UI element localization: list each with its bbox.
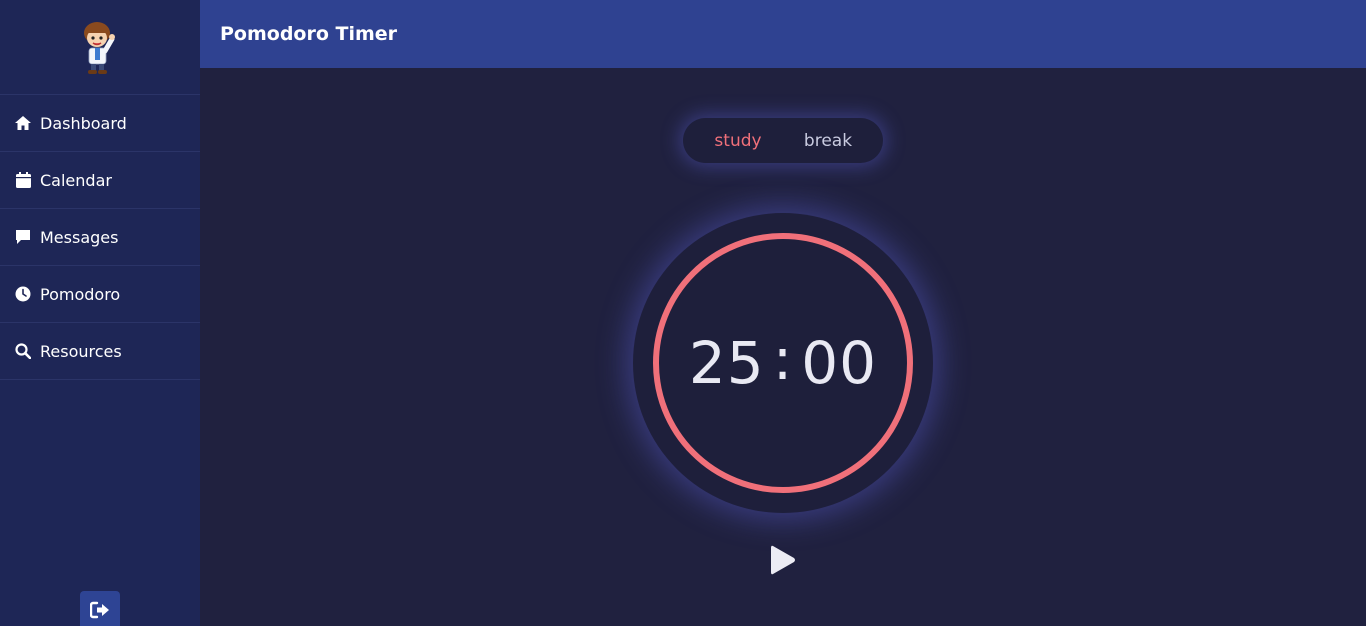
sidebar-item-calendar[interactable]: Calendar (0, 152, 200, 209)
sidebar-item-resources[interactable]: Resources (0, 323, 200, 380)
play-icon (771, 545, 795, 575)
study-mode-button[interactable]: study (693, 131, 783, 151)
sidebar-item-label: Dashboard (40, 113, 127, 133)
play-button[interactable] (768, 543, 798, 577)
break-mode-button[interactable]: break (783, 131, 873, 151)
sidebar-item-pomodoro[interactable]: Pomodoro (0, 266, 200, 323)
page-title: Pomodoro Timer (220, 23, 398, 45)
search-icon (14, 342, 32, 360)
calendar-icon (14, 171, 32, 189)
logout-button[interactable] (80, 591, 120, 626)
mode-switch: study break (683, 118, 883, 163)
message-icon (14, 228, 32, 246)
mascot-logo-icon (84, 22, 115, 74)
timer-seconds: 00 (801, 329, 878, 397)
header: Pomodoro Timer (200, 0, 1366, 68)
home-icon (14, 114, 32, 132)
sidebar-nav: Dashboard Calendar Messages Pomodoro Res… (0, 95, 200, 380)
sidebar-item-dashboard[interactable]: Dashboard (0, 95, 200, 152)
timer-display: 25 : 00 (633, 213, 933, 513)
sidebar-item-label: Calendar (40, 170, 112, 190)
timer-dial: 25 : 00 (633, 213, 933, 513)
main-content: study break 25 : 00 (200, 68, 1366, 626)
logout-icon (90, 601, 109, 619)
sidebar: Dashboard Calendar Messages Pomodoro Res… (0, 0, 200, 626)
sidebar-item-messages[interactable]: Messages (0, 209, 200, 266)
sidebar-item-label: Messages (40, 227, 119, 247)
logo[interactable] (0, 0, 200, 95)
clock-icon (14, 285, 32, 303)
sidebar-item-label: Resources (40, 341, 122, 361)
timer-separator: : (772, 325, 794, 393)
sidebar-item-label: Pomodoro (40, 284, 121, 304)
app: Dashboard Calendar Messages Pomodoro Res… (0, 0, 1366, 626)
timer-minutes: 25 (688, 329, 765, 397)
